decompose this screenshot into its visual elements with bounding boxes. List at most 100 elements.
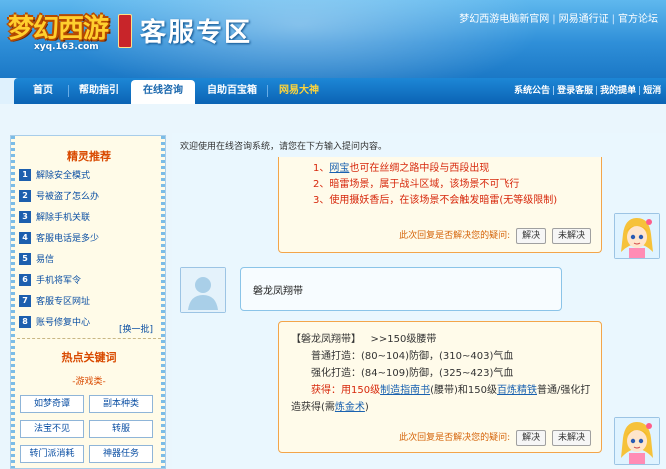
keyword-button[interactable]: 神器任务	[89, 445, 153, 463]
forum-link[interactable]: 官方论坛	[618, 14, 658, 25]
hot-keywords-title: 热点关键词	[61, 351, 117, 364]
game-logo[interactable]: 梦幻西游 xyq.163.com	[8, 6, 134, 56]
tab-online-consult[interactable]: 在线咨询	[131, 80, 195, 104]
enhanced-craft-line: 强化打造：(84~109)防御，(325~423)气血	[311, 368, 514, 379]
sidebar-item-label: 易信	[36, 255, 55, 265]
line-text: 暗雷场景，属于战斗区域，该场景不可飞行	[329, 179, 520, 190]
sidebar-item-label: 手机将军令	[36, 276, 82, 286]
sidebar-item-yixin[interactable]: 5 易信	[19, 252, 54, 268]
solved-button[interactable]: 解决	[516, 228, 547, 244]
sidebar-item-service-url[interactable]: 7 客服专区网址	[19, 294, 90, 310]
bot-reply-bubble: 1、网宝也可在丝绸之路中段与西段出现 2、暗雷场景，属于战斗区域，该场景不可飞行…	[278, 157, 602, 253]
tab-self-service[interactable]: 自助百宝箱	[197, 78, 267, 104]
obtain-line2-prefix: 造获得(需	[291, 402, 335, 413]
item-number: 5	[19, 253, 31, 265]
obtain-line-2: 造获得(需炼金术)	[291, 399, 590, 416]
tab-home[interactable]: 首页	[18, 78, 68, 104]
sidebar-border-right	[161, 136, 165, 468]
feedback-question: 此次回复是否解决您的疑问:	[399, 433, 511, 443]
keyword-button[interactable]: 副本种类	[89, 395, 153, 413]
login-service-link[interactable]: 登录客服	[557, 86, 593, 96]
normal-craft-line: 普通打造：(80~104)防御，(310~403)气血	[311, 351, 514, 362]
user-message-text: 磐龙凤翔带	[253, 286, 303, 297]
keyword-button[interactable]: 如梦奇谭	[20, 395, 84, 413]
sidebar-item-label: 客服专区网址	[36, 297, 91, 307]
solved-button[interactable]: 解决	[516, 430, 547, 446]
sidebar-item-label: 解除安全模式	[36, 171, 91, 181]
logo-badge	[118, 14, 132, 48]
item-title: 【磐龙凤翔带】 >>150级腰带	[291, 331, 590, 348]
top-links: 梦幻西游电脑新官网 | 网易通行证 | 官方论坛	[459, 14, 658, 25]
keyword-button[interactable]: 法宝不见	[20, 420, 84, 438]
item-number: 8	[19, 316, 31, 328]
main-nav: 首页 帮助指引 在线咨询 自助百宝箱 网易大神 系统公告 | 登录客服 | 我的提单 | 短…	[0, 78, 666, 104]
feedback-question: 此次回复是否解决您的疑问:	[399, 231, 511, 241]
bot-avatar	[614, 213, 660, 259]
recommend-title: 精灵推荐	[67, 150, 111, 163]
item-number: 7	[19, 295, 31, 307]
my-tickets-link[interactable]: 我的提单	[600, 86, 636, 96]
item-number: 4	[19, 232, 31, 244]
sidebar-item-account-stolen[interactable]: 2 号被盗了怎么办	[19, 189, 99, 205]
sidebar-item-mobile-token[interactable]: 6 手机将军令	[19, 273, 81, 289]
item-number: 6	[19, 274, 31, 286]
tab-help-guide[interactable]: 帮助指引	[69, 78, 129, 104]
user-avatar	[180, 267, 226, 313]
item-number: 3	[19, 211, 31, 223]
chat-area: 欢迎使用在线咨询系统，请您在下方输入提问内容。 1、网宝也可在丝绸之路中段与西段…	[172, 133, 666, 469]
feedback-row: 此次回复是否解决您的疑问: 解决 未解决	[399, 430, 591, 446]
sidebar-item-label: 客服电话是多少	[36, 234, 100, 244]
short-message-link[interactable]: 短消	[643, 86, 661, 96]
game-category-label: -游戏类-	[72, 377, 106, 387]
line-number: 1、	[313, 163, 330, 174]
obtain-mid: (腰带)和150级	[430, 385, 497, 396]
sidebar-item-label: 账号修复中心	[36, 318, 91, 328]
line-text: 使用摄妖香后，在该场景不会触发暗雷(无等级限制)	[329, 195, 558, 206]
refined-iron-link[interactable]: 百炼精铁	[497, 385, 537, 396]
item-name: 【磐龙凤翔带】	[291, 334, 361, 345]
item-number: 1	[19, 169, 31, 181]
logo-site-url: xyq.163.com	[34, 42, 99, 52]
welcome-text: 欢迎使用在线咨询系统，请您在下方输入提问内容。	[180, 142, 388, 152]
sidebar-divider	[17, 338, 161, 339]
unsolved-button[interactable]: 未解决	[551, 228, 591, 244]
reply-line: 3、使用摄妖香后，在该场景不会触发暗雷(无等级限制)	[313, 193, 557, 209]
reply-link[interactable]: 网宝	[329, 163, 349, 174]
line-number: 3、	[313, 195, 330, 206]
fairy-avatar-icon	[615, 418, 659, 464]
official-site-link[interactable]: 梦幻西游电脑新官网	[459, 14, 549, 25]
keyword-button[interactable]: 转门派消耗	[20, 445, 84, 463]
system-notice-link[interactable]: 系统公告	[514, 86, 550, 96]
line-number: 2、	[313, 179, 330, 190]
site-header: 梦幻西游 xyq.163.com 客服专区 梦幻西游电脑新官网 | 网易通行证 | 官方…	[0, 0, 666, 78]
tab-netease-dashen[interactable]: 网易大神	[268, 78, 330, 104]
obtain-line2-suffix: )	[364, 402, 369, 413]
obtain-suffix: 普通/强化打	[536, 385, 591, 396]
bot-avatar	[614, 417, 660, 465]
logo-brand-text: 梦幻西游	[8, 14, 109, 44]
keyword-button[interactable]: 转服	[89, 420, 153, 438]
line-text: 也可在丝绸之路中段与西段出现	[349, 163, 490, 174]
page-title: 客服专区	[140, 18, 253, 48]
sidebar-item-label: 号被盗了怎么办	[36, 192, 100, 202]
bot-reply-bubble: 【磐龙凤翔带】 >>150级腰带 普通打造：(80~104)防御，(310~40…	[278, 321, 602, 453]
obtain-line: 获得：用150级制造指南书(腰带)和150级百炼精铁普通/强化打	[291, 382, 590, 399]
sidebar-item-unlock-safe-mode[interactable]: 1 解除安全模式	[19, 168, 90, 184]
alchemy-link[interactable]: 炼金术	[335, 402, 365, 413]
nav-right-links: 系统公告 | 登录客服 | 我的提单 | 短消	[514, 86, 662, 96]
user-silhouette-icon	[181, 268, 225, 312]
reply-line: 2、暗雷场景，属于战斗区域，该场景不可飞行	[313, 177, 557, 193]
sidebar-item-unbind-phone[interactable]: 3 解除手机关联	[19, 210, 90, 226]
sidebar-item-label: 解除手机关联	[36, 213, 91, 223]
feedback-row: 此次回复是否解决您的疑问: 解决 未解决	[399, 228, 591, 244]
switch-batch-link[interactable]: [换一批]	[119, 322, 153, 335]
passport-link[interactable]: 网易通行证	[559, 14, 609, 25]
sidebar-item-account-repair[interactable]: 8 账号修复中心	[19, 315, 90, 331]
fairy-avatar-icon	[615, 214, 659, 258]
reply-line: 1、网宝也可在丝绸之路中段与西段出现	[313, 161, 557, 177]
unsolved-button[interactable]: 未解决	[551, 430, 591, 446]
item-number: 2	[19, 190, 31, 202]
sidebar-border-left	[11, 136, 15, 468]
guide-book-link[interactable]: 制造指南书	[380, 385, 430, 396]
sidebar-item-service-phone[interactable]: 4 客服电话是多少	[19, 231, 99, 247]
